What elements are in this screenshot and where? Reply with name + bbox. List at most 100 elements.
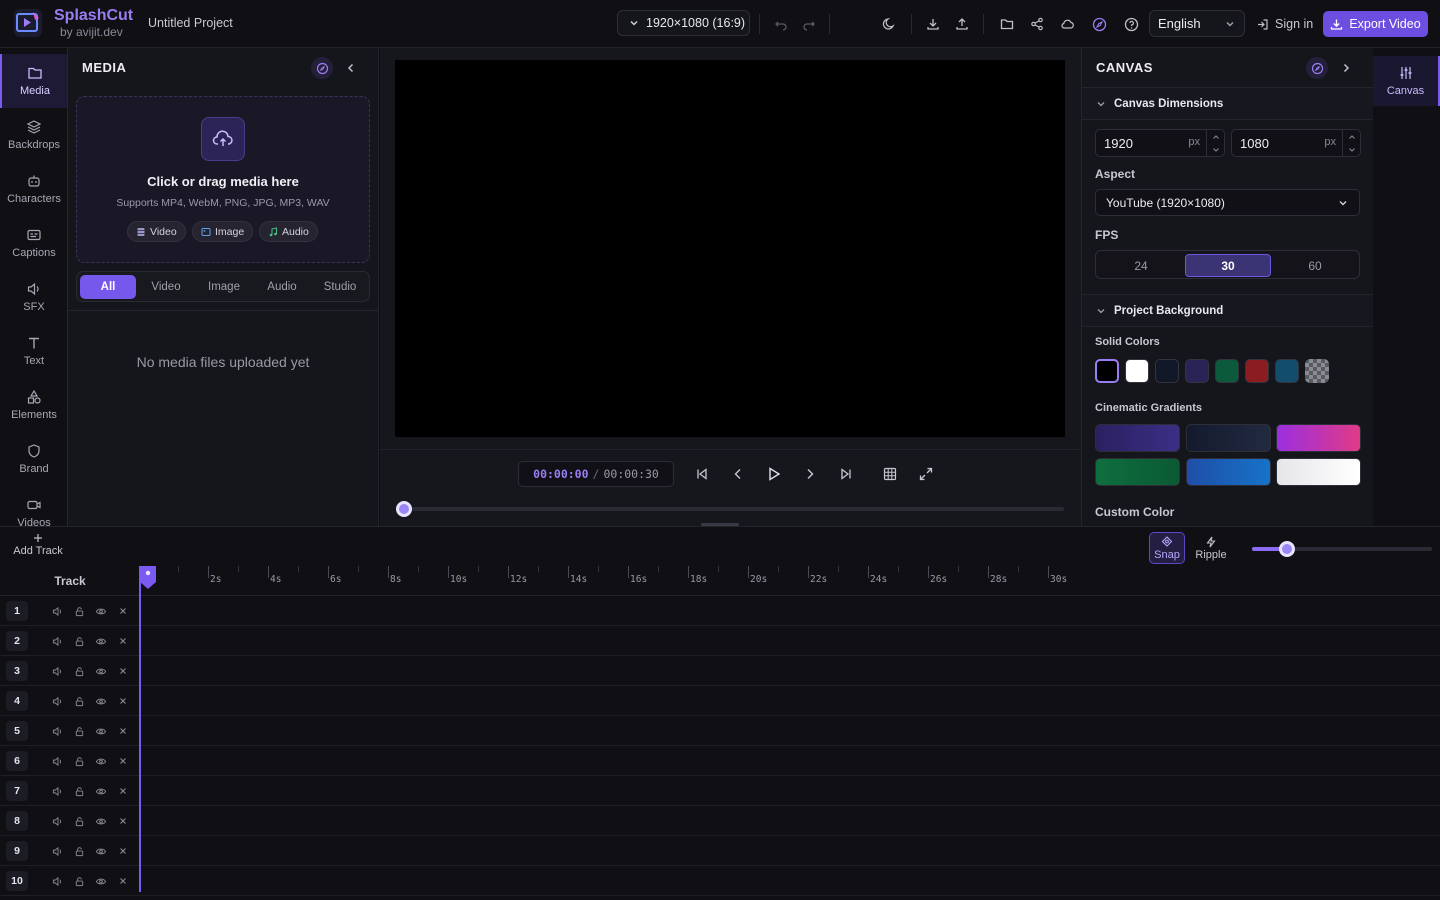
eye-icon[interactable] [94,754,108,768]
color-swatch[interactable] [1155,359,1179,383]
folder-open-icon[interactable] [995,12,1019,36]
close-icon[interactable] [116,844,130,858]
close-icon[interactable] [116,784,130,798]
collapse-left-icon[interactable] [339,56,363,80]
lock-icon[interactable] [72,724,86,738]
step-forward-icon[interactable] [799,463,821,485]
sidebar-item-characters[interactable]: Characters [0,162,67,216]
step-back-icon[interactable] [727,463,749,485]
signin-button[interactable]: Sign in [1256,11,1313,37]
track-row[interactable]: 4 [0,686,1440,716]
app-logo[interactable] [14,9,42,37]
compass-icon[interactable] [311,57,333,79]
close-icon[interactable] [116,754,130,768]
sidebar-item-captions[interactable]: Captions [0,216,67,270]
upload-dropzone[interactable]: Click or drag media here Supports MP4, W… [76,96,370,263]
close-icon[interactable] [116,724,130,738]
mute-icon[interactable] [50,754,64,768]
collapse-right-icon[interactable] [1334,56,1358,80]
section-project-background[interactable]: Project Background [1082,294,1373,327]
mute-icon[interactable] [50,874,64,888]
language-select[interactable]: English [1149,10,1245,37]
close-icon[interactable] [116,694,130,708]
gradient-swatch[interactable] [1095,424,1180,452]
tab-image[interactable]: Image [196,275,252,299]
color-swatch[interactable] [1125,359,1149,383]
gradient-swatch[interactable] [1185,424,1271,452]
lock-icon[interactable] [72,634,86,648]
share-icon[interactable] [1025,12,1049,36]
width-field[interactable]: 1920 px [1095,129,1225,157]
playhead-line[interactable] [139,566,141,892]
play-icon[interactable] [763,463,785,485]
sidebar-item-elements[interactable]: Elements [0,378,67,432]
gradient-swatch[interactable] [1185,458,1271,486]
gradient-swatch[interactable] [1276,424,1361,452]
sidebar-item-backdrops[interactable]: Backdrops [0,108,67,162]
scrubber-track[interactable] [402,507,1064,511]
gradient-swatch[interactable] [1095,458,1180,486]
scrubber-handle[interactable] [396,501,412,517]
sidebar-item-brand[interactable]: Brand [0,432,67,486]
redo-icon[interactable] [797,12,821,36]
color-swatch[interactable] [1245,359,1269,383]
track-row[interactable]: 6 [0,746,1440,776]
mute-icon[interactable] [50,694,64,708]
eye-icon[interactable] [94,784,108,798]
mute-icon[interactable] [50,724,64,738]
moon-icon[interactable] [877,12,901,36]
sidebar-item-canvas[interactable]: Canvas [1373,56,1440,106]
stepper[interactable] [1206,130,1224,156]
video-canvas[interactable] [395,60,1065,437]
lock-icon[interactable] [72,694,86,708]
fps-option-24[interactable]: 24 [1098,254,1184,277]
close-icon[interactable] [116,814,130,828]
eye-icon[interactable] [94,694,108,708]
track-row[interactable]: 3 [0,656,1440,686]
eye-icon[interactable] [94,874,108,888]
mute-icon[interactable] [50,784,64,798]
eye-icon[interactable] [94,844,108,858]
eye-icon[interactable] [94,724,108,738]
sidebar-item-text[interactable]: Text [0,324,67,378]
track-row[interactable]: 1 [0,596,1440,626]
project-name[interactable]: Untitled Project [148,16,233,30]
lock-icon[interactable] [72,784,86,798]
time-ruler[interactable]: 2s 4s 6s 8s 10s 12s 14s 16s 18s 20s 22s 24s 26s 28s 30… [140,566,1067,596]
mute-icon[interactable] [50,844,64,858]
lock-icon[interactable] [72,664,86,678]
upload-icon[interactable] [950,12,974,36]
aspect-select[interactable]: YouTube (1920×1080) [1095,189,1360,216]
sidebar-item-media[interactable]: Media [0,54,67,108]
export-video-button[interactable]: Export Video [1323,11,1428,37]
track-row[interactable]: 10 [0,866,1440,896]
fullscreen-icon[interactable] [915,463,937,485]
close-icon[interactable] [116,634,130,648]
eye-icon[interactable] [94,604,108,618]
tab-video[interactable]: Video [138,275,194,299]
tab-all[interactable]: All [80,275,136,299]
close-icon[interactable] [116,604,130,618]
mute-icon[interactable] [50,664,64,678]
add-track-button[interactable]: Add Track [10,533,66,557]
lock-icon[interactable] [72,874,86,888]
tab-studio[interactable]: Studio [312,275,368,299]
zoom-slider-handle[interactable] [1279,541,1295,557]
skip-to-start-icon[interactable] [691,463,713,485]
cloud-icon[interactable] [1055,12,1079,36]
track-row[interactable]: 8 [0,806,1440,836]
download-icon[interactable] [921,12,945,36]
skip-to-end-icon[interactable] [835,463,857,485]
snap-toggle[interactable]: Snap [1149,532,1185,564]
color-swatch[interactable] [1095,359,1119,383]
resolution-select[interactable]: 1920×1080 (16:9) [617,10,750,36]
color-swatch[interactable] [1185,359,1209,383]
color-swatch[interactable] [1305,359,1329,383]
fps-option-60[interactable]: 60 [1272,254,1358,277]
sidebar-item-sfx[interactable]: SFX [0,270,67,324]
track-row[interactable]: 2 [0,626,1440,656]
undo-icon[interactable] [769,12,793,36]
help-icon[interactable] [1119,12,1143,36]
eye-icon[interactable] [94,814,108,828]
grid-icon[interactable] [879,463,901,485]
